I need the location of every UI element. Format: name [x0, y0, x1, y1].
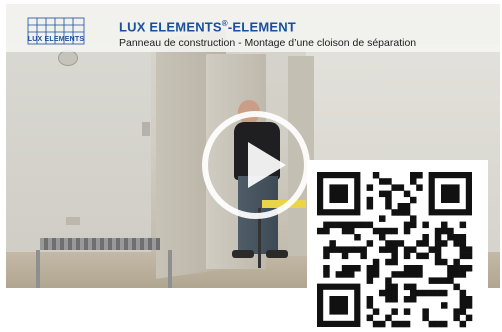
video-scene-scaffold: [36, 250, 172, 288]
video-scene-outlet: [66, 217, 80, 225]
page-frame: LUX ELEMENTS LUX ELEMENTS®-ELEMENT Panne…: [0, 0, 502, 332]
video-scene-switch: [142, 122, 150, 136]
video-subtitle: Panneau de construction - Montage d’une …: [119, 37, 417, 49]
qr-code: [307, 160, 488, 332]
video-title-bar: LUX ELEMENTS LUX ELEMENTS®-ELEMENT Panne…: [6, 4, 500, 52]
play-icon: [248, 142, 286, 188]
play-button[interactable]: [202, 111, 310, 219]
video-scene-lamp: [58, 50, 78, 66]
brand-logo: LUX ELEMENTS: [26, 16, 86, 52]
video-scene-person: [232, 250, 254, 258]
qr-code-icon: [317, 172, 473, 328]
brand-name: LUX ELEMENTS: [119, 19, 222, 35]
brand-suffix: -ELEMENT: [227, 19, 296, 35]
video-scene-scaffold: [40, 238, 160, 250]
logo-text: LUX ELEMENTS: [27, 36, 85, 43]
logo-grid-icon: [27, 17, 85, 45]
video-title: LUX ELEMENTS®-ELEMENT: [119, 19, 296, 34]
